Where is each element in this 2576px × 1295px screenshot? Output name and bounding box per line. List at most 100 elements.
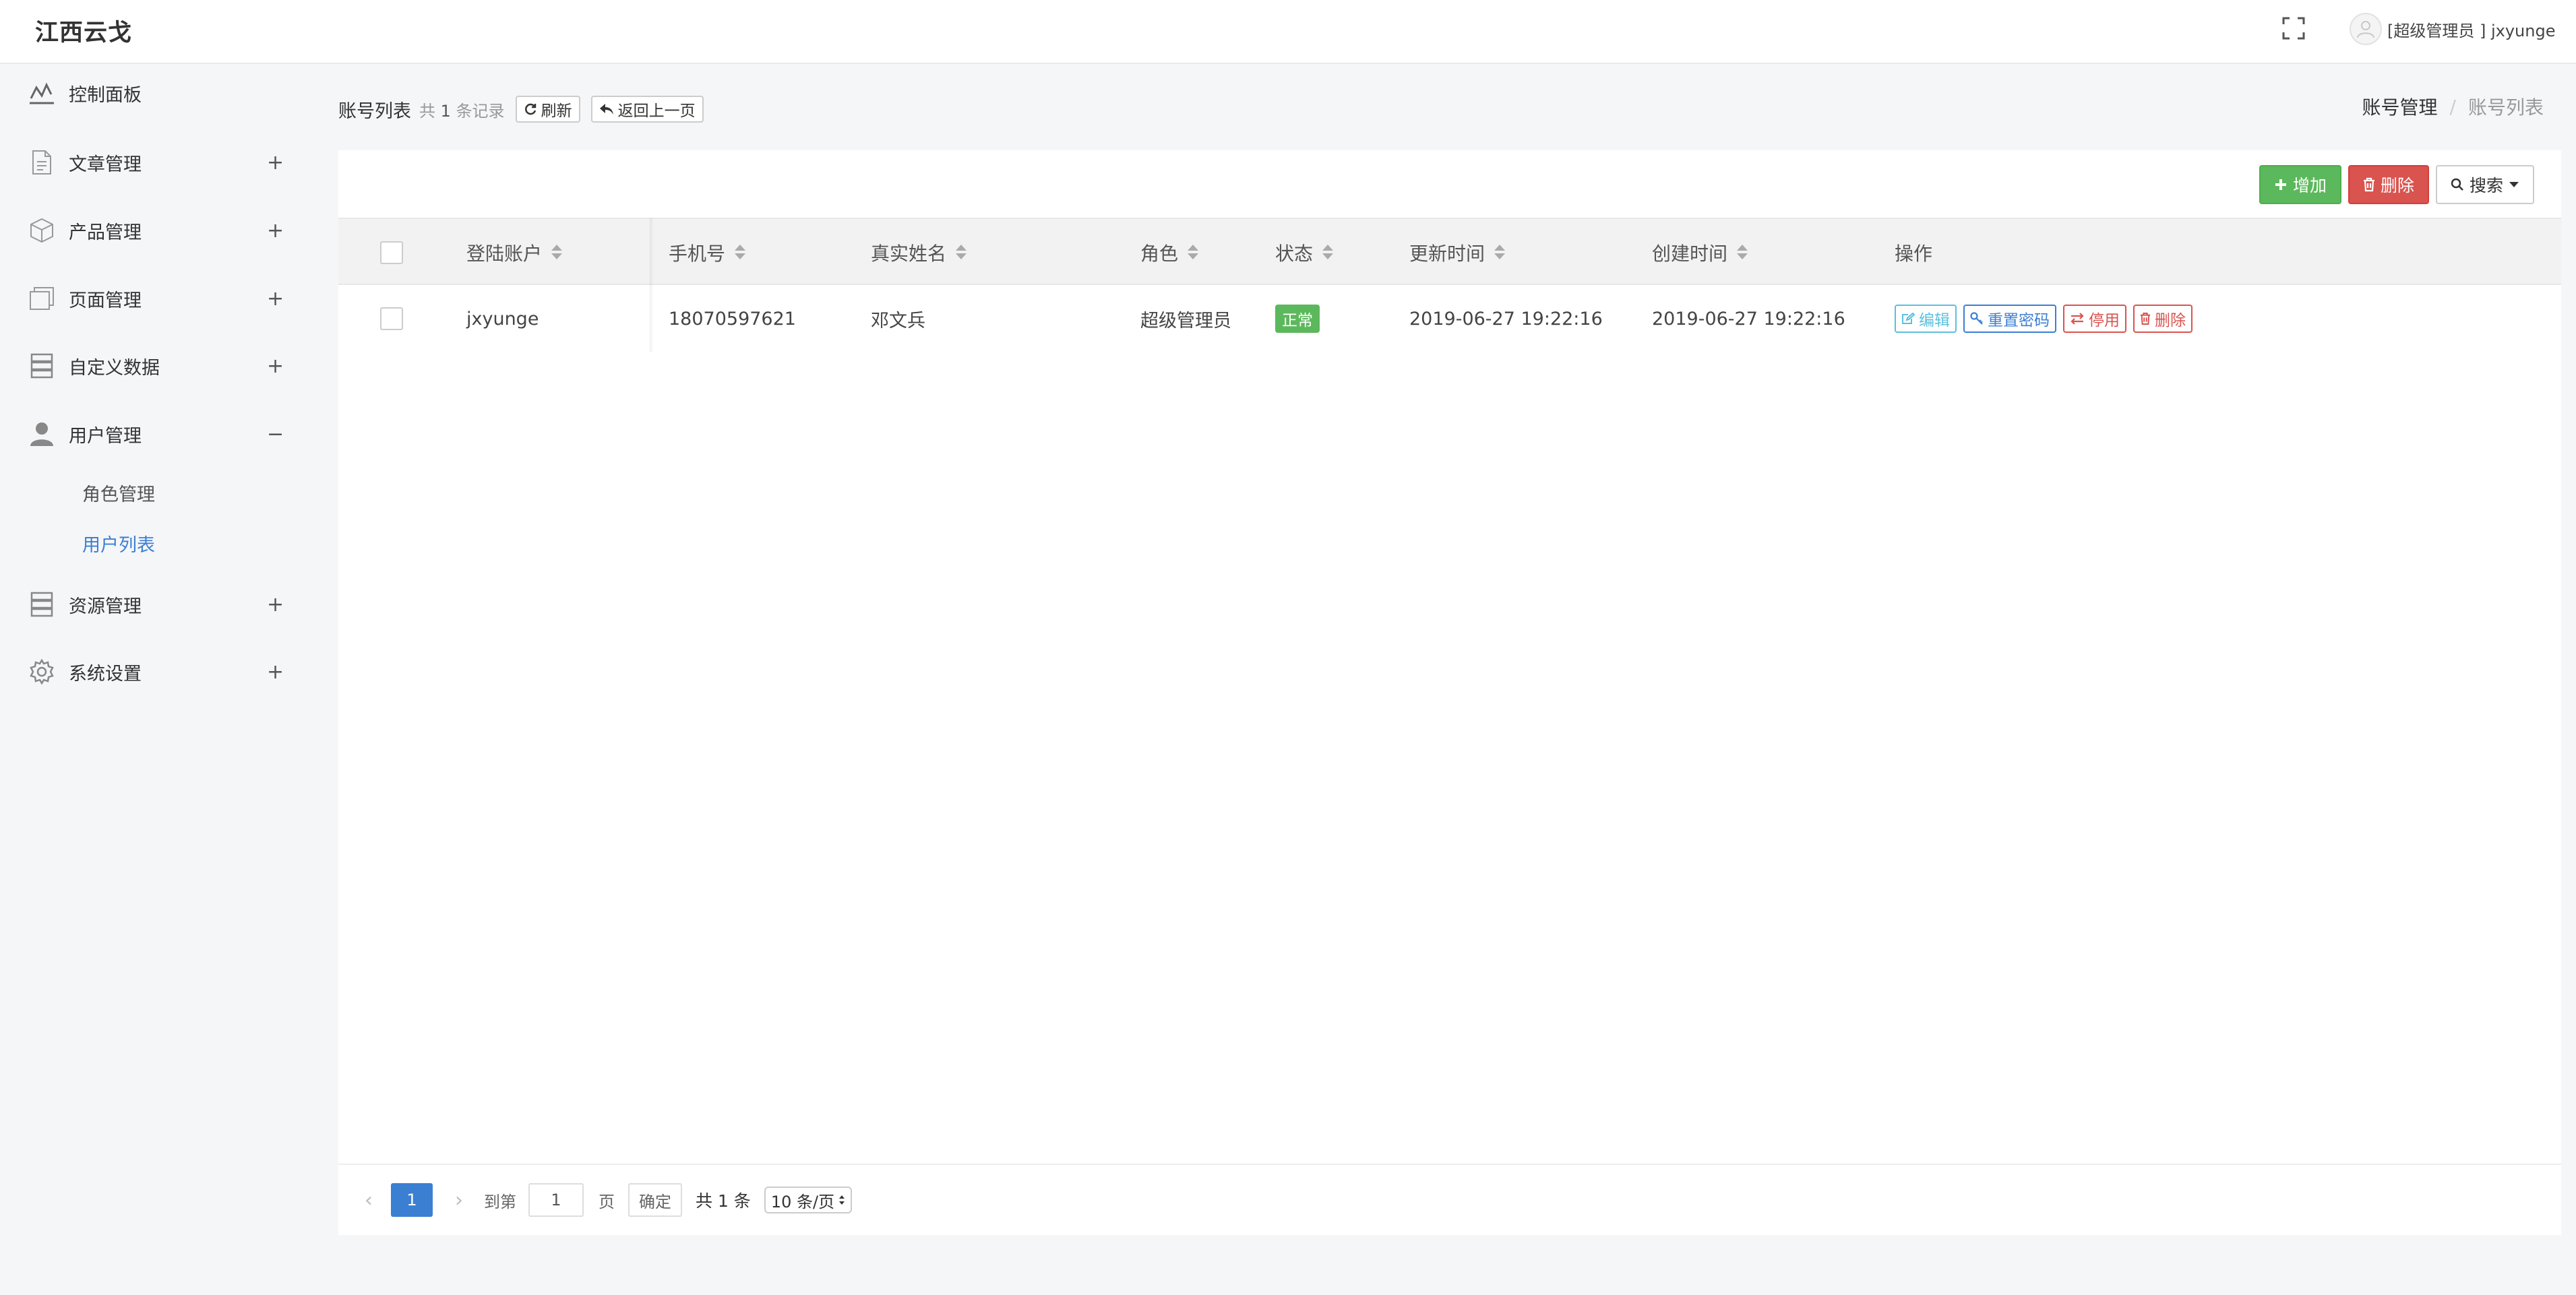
sidebar-item-articles[interactable]: 文章管理 +	[0, 135, 310, 189]
sort-icon[interactable]	[1737, 245, 1748, 261]
search-icon	[2451, 178, 2463, 191]
column-header-updated[interactable]: 更新时间	[1409, 219, 1506, 286]
total-count: 共 1 条	[696, 1191, 751, 1211]
column-header-real-name[interactable]: 真实姓名	[871, 219, 967, 286]
prev-page-icon[interactable]: ‹	[359, 1189, 379, 1212]
cell-role: 超级管理员	[1140, 310, 1231, 331]
search-dropdown-button[interactable]: 搜索	[2435, 165, 2534, 204]
updown-icon	[839, 1195, 845, 1205]
sidebar-item-label: 控制面板	[69, 84, 142, 106]
expand-toggle[interactable]: +	[267, 287, 284, 311]
dashboard-icon	[27, 78, 57, 108]
column-header-label: 创建时间	[1652, 243, 1728, 265]
caret-down-icon	[2509, 182, 2519, 187]
sidebar-item-users[interactable]: 用户管理 −	[0, 407, 310, 461]
column-header-label: 操作	[1895, 243, 1933, 265]
plus-icon	[2275, 179, 2286, 190]
expand-toggle[interactable]: +	[267, 151, 284, 175]
sidebar-item-label: 自定义数据	[69, 357, 160, 379]
goto-label: 到第	[484, 1192, 516, 1211]
next-page-icon[interactable]: ›	[449, 1189, 469, 1212]
disable-button[interactable]: 停用	[2063, 305, 2126, 333]
table-row: jxyunge 18070597621 邓文兵 超级管理员 正常 2019-06…	[338, 285, 2561, 352]
sidebar-subitem-roles[interactable]: 角色管理	[82, 480, 155, 506]
sort-icon[interactable]	[1322, 245, 1334, 261]
page-header: 账号列表 共 1 条记录 刷新 返回上一页	[338, 94, 704, 124]
cell-updated: 2019-06-27 19:22:16	[1409, 308, 1603, 329]
sidebar-item-resources[interactable]: 资源管理 +	[0, 577, 310, 631]
column-header-label: 登陆账户	[466, 243, 543, 265]
user-label: [超级管理员 ] jxyunge	[2387, 21, 2556, 40]
sidebar-item-products[interactable]: 产品管理 +	[0, 203, 310, 257]
goto-confirm-button[interactable]: 确定	[628, 1183, 682, 1217]
brand-title: 江西云戈	[35, 20, 133, 46]
column-header-label: 真实姓名	[871, 243, 947, 265]
key-icon	[1970, 312, 1983, 325]
top-header: 江西云戈 [超级管理员 ] jxyunge	[0, 0, 2576, 64]
edit-button[interactable]: 编辑	[1895, 305, 1957, 333]
expand-toggle[interactable]: +	[267, 593, 284, 617]
breadcrumb-separator: /	[2449, 95, 2456, 118]
record-count-suffix: 条记录	[456, 101, 505, 121]
record-count: 共 1 条记录	[419, 98, 505, 121]
cell-account: jxyunge	[466, 308, 539, 329]
select-all-checkbox[interactable]	[380, 241, 403, 264]
column-header-account[interactable]: 登陆账户	[466, 219, 563, 286]
sidebar-item-dashboard[interactable]: 控制面板	[0, 66, 310, 120]
add-button[interactable]: 增加	[2259, 165, 2341, 204]
column-header-created[interactable]: 创建时间	[1652, 219, 1748, 286]
exchange-icon	[2071, 313, 2084, 325]
user-menu[interactable]: [超级管理员 ] jxyunge	[2350, 12, 2555, 46]
reset-password-button[interactable]: 重置密码	[1963, 305, 2056, 333]
edit-label: 编辑	[1919, 312, 1950, 329]
sidebar-item-pages[interactable]: 页面管理 +	[0, 272, 310, 325]
sidebar-subitem-user-list[interactable]: 用户列表	[82, 530, 155, 557]
sort-icon[interactable]	[551, 245, 563, 261]
table-header: 登陆账户 手机号 真实姓名 角色 状态 更新时间 创建时间 操作	[338, 218, 2561, 285]
sidebar-item-settings[interactable]: 系统设置 +	[0, 645, 310, 699]
sidebar-item-label: 资源管理	[69, 596, 142, 617]
sidebar-item-label: 用户管理	[69, 425, 142, 447]
column-header-role[interactable]: 角色	[1140, 219, 1199, 286]
goto-page-input[interactable]	[528, 1183, 584, 1217]
breadcrumb: 账号管理 / 账号列表	[2362, 93, 2544, 120]
table-toolbar: 增加 删除 搜索	[2252, 165, 2534, 204]
database-icon	[27, 351, 57, 381]
frozen-column-shadow	[650, 218, 654, 352]
box-icon	[27, 216, 57, 245]
delete-button[interactable]: 删除	[2348, 165, 2429, 204]
cell-status: 正常	[1275, 285, 1320, 352]
select-all-cell	[380, 219, 403, 286]
column-header-status[interactable]: 状态	[1275, 219, 1334, 286]
row-checkbox[interactable]	[380, 307, 403, 330]
row-delete-button[interactable]: 删除	[2133, 305, 2192, 333]
expand-toggle[interactable]: +	[267, 660, 284, 684]
sort-icon[interactable]	[1188, 245, 1199, 261]
column-header-phone[interactable]: 手机号	[669, 219, 746, 286]
sidebar-item-label: 系统设置	[69, 663, 142, 685]
expand-toggle[interactable]: +	[267, 354, 284, 378]
column-header-actions: 操作	[1895, 219, 1932, 286]
trash-icon	[2363, 177, 2374, 192]
expand-toggle[interactable]: +	[267, 219, 284, 243]
column-header-label: 角色	[1140, 243, 1179, 265]
page-size-select[interactable]: 10 条/页	[764, 1187, 853, 1213]
fullscreen-icon[interactable]	[2281, 16, 2306, 40]
page-title: 账号列表	[338, 100, 411, 122]
refresh-icon	[524, 103, 536, 115]
content-panel: 增加 删除 搜索 登陆账户 手机号 真实姓名 角色 状态 更新时间 创建时间 操…	[338, 150, 2561, 1235]
column-header-label: 状态	[1275, 243, 1314, 265]
sidebar-item-custom-data[interactable]: 自定义数据 +	[0, 339, 310, 393]
sort-icon[interactable]	[1494, 245, 1506, 261]
sort-icon[interactable]	[735, 245, 746, 261]
cell-real-name: 邓文兵	[871, 310, 925, 331]
collapse-toggle[interactable]: −	[267, 422, 284, 446]
gear-icon	[27, 657, 57, 687]
server-icon	[27, 590, 57, 619]
breadcrumb-item-account-mgmt[interactable]: 账号管理	[2362, 93, 2438, 120]
sort-icon[interactable]	[956, 245, 967, 261]
back-button[interactable]: 返回上一页	[590, 96, 704, 123]
refresh-button[interactable]: 刷新	[515, 96, 580, 123]
edit-icon	[1902, 313, 1915, 324]
current-page-button[interactable]: 1	[391, 1183, 433, 1217]
